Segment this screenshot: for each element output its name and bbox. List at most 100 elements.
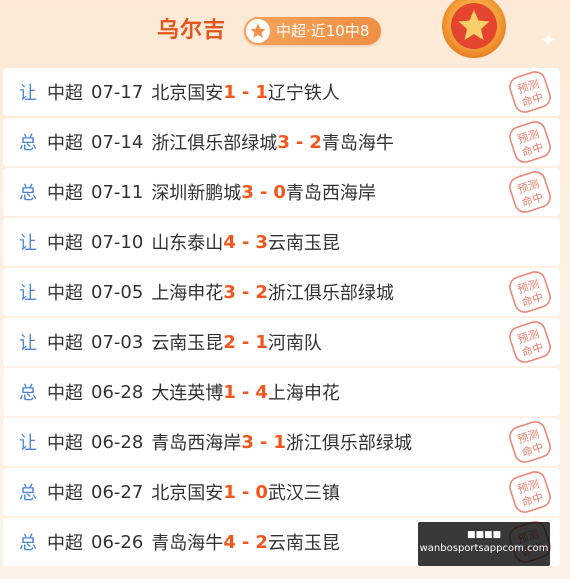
- record-row[interactable]: 让中超 07-10 山东泰山 4-3 云南玉昆: [3, 218, 560, 266]
- record-home-score: 3: [241, 431, 254, 453]
- score-separator: -: [241, 331, 250, 353]
- prediction-hit-stamp: 预测命中: [509, 271, 551, 313]
- watermark-top: ■■■■: [466, 530, 501, 540]
- header: 乌尔吉 中超·近10中8 ✦: [0, 0, 570, 62]
- record-home-team: 山东泰山: [151, 233, 224, 254]
- record-away-team: 浙江俱乐部绿城: [285, 433, 412, 454]
- record-row[interactable]: 让中超 06-28 青岛西海岸 3-1 浙江俱乐部绿城 预测 命中: [3, 418, 560, 466]
- record-league: 中超: [47, 183, 83, 204]
- record-type-label: 总: [19, 383, 37, 404]
- record-home-team: 北京国安: [151, 83, 224, 104]
- record-date: 06-28: [91, 381, 144, 403]
- record-away-score: 1: [255, 81, 268, 103]
- record-row[interactable]: 总中超 07-14 浙江俱乐部绿城 3-2 青岛海牛 预测 命中: [3, 118, 560, 166]
- record-league: 中超: [47, 383, 83, 404]
- record-date: 07-11: [91, 181, 144, 203]
- record-away-score: 3: [255, 231, 268, 253]
- record-league: 中超: [47, 533, 83, 554]
- record-row[interactable]: 让中超 07-03 云南玉昆 2-1 河南队 预测 命中: [3, 318, 560, 366]
- record-date: 07-17: [91, 81, 144, 103]
- record-type-label: 让: [19, 283, 37, 304]
- score-separator: -: [259, 431, 268, 453]
- score-separator: -: [241, 481, 250, 503]
- record-date: 07-14: [91, 131, 144, 153]
- record-badge: 中超·近10中8: [244, 17, 382, 45]
- record-home-score: 3: [223, 281, 236, 303]
- record-home-team: 青岛西海岸: [151, 433, 242, 454]
- record-date: 06-26: [91, 531, 144, 553]
- record-away-score: 2: [255, 531, 268, 553]
- record-type-label: 让: [19, 233, 37, 254]
- prediction-hit-stamp: 预测命中: [509, 171, 551, 213]
- record-date: 06-28: [91, 431, 144, 453]
- record-away-team: 云南玉昆: [267, 233, 340, 254]
- record-row[interactable]: 总中超 06-28 大连英博 1-4 上海申花: [3, 368, 560, 416]
- record-type-label: 让: [19, 333, 37, 354]
- prediction-hit-stamp: 预测命中: [509, 421, 551, 463]
- record-type-label: 总: [19, 483, 37, 504]
- record-date: 07-10: [91, 231, 144, 253]
- record-row[interactable]: 总中超 06-27 北京国安 1-0 武汉三镇 预测 命中: [3, 468, 560, 516]
- record-type-label: 总: [19, 133, 37, 154]
- record-league: 中超: [47, 483, 83, 504]
- record-home-team: 上海申花: [151, 283, 224, 304]
- record-type-label: 让: [19, 433, 37, 454]
- record-home-score: 3: [277, 131, 290, 153]
- record-away-score: 0: [255, 481, 268, 503]
- record-home-score: 4: [223, 531, 236, 553]
- record-away-score: 0: [273, 181, 286, 203]
- record-away-score: 2: [255, 281, 268, 303]
- record-row[interactable]: 让中超 07-05 上海申花 3-2 浙江俱乐部绿城 预测 命中: [3, 268, 560, 316]
- score-separator: -: [241, 531, 250, 553]
- watermark-url: wanbosportsappcom.com: [419, 543, 549, 554]
- record-home-score: 1: [223, 381, 236, 403]
- prediction-hit-stamp: 预测命中: [509, 321, 551, 363]
- score-separator: -: [241, 381, 250, 403]
- record-type-label: 总: [19, 183, 37, 204]
- record-home-score: 2: [223, 331, 236, 353]
- record-away-team: 河南队: [267, 333, 322, 354]
- star-icon: [246, 19, 270, 43]
- record-away-team: 云南玉昆: [267, 533, 340, 554]
- record-away-team: 上海申花: [267, 383, 340, 404]
- record-league: 中超: [47, 333, 83, 354]
- record-league: 中超: [47, 133, 83, 154]
- record-league: 中超: [47, 233, 83, 254]
- record-row[interactable]: 总中超 07-11 深圳新鹏城 3-0 青岛西海岸 预测 命中: [3, 168, 560, 216]
- record-away-score: 1: [255, 331, 268, 353]
- record-date: 06-27: [91, 481, 144, 503]
- score-separator: -: [241, 231, 250, 253]
- record-date: 07-03: [91, 331, 144, 353]
- record-away-team: 辽宁铁人: [267, 83, 340, 104]
- prediction-hit-stamp: 预测命中: [509, 71, 551, 113]
- prediction-hit-stamp: 预测命中: [509, 471, 551, 513]
- record-type-label: 总: [19, 533, 37, 554]
- expert-name[interactable]: 乌尔吉: [157, 12, 226, 44]
- record-away-score: 2: [309, 131, 322, 153]
- record-home-score: 1: [223, 481, 236, 503]
- record-league: 中超: [47, 433, 83, 454]
- badge-text: 中超·近10中8: [276, 22, 370, 40]
- score-separator: -: [241, 281, 250, 303]
- record-date: 07-05: [91, 281, 144, 303]
- record-away-team: 青岛西海岸: [285, 183, 376, 204]
- record-home-team: 深圳新鹏城: [151, 183, 242, 204]
- record-league: 中超: [47, 83, 83, 104]
- record-row[interactable]: 让中超 07-17 北京国安 1-1 辽宁铁人 预测 命中: [3, 68, 560, 116]
- prediction-hit-stamp: 预测命中: [509, 121, 551, 163]
- sparkle-icon: ✦: [540, 28, 557, 52]
- medal-icon: [442, 0, 506, 58]
- record-home-team: 北京国安: [151, 483, 224, 504]
- record-home-team: 云南玉昆: [151, 333, 224, 354]
- record-home-team: 青岛海牛: [151, 533, 224, 554]
- record-away-score: 1: [273, 431, 286, 453]
- record-home-team: 大连英博: [151, 383, 224, 404]
- record-home-team: 浙江俱乐部绿城: [151, 133, 278, 154]
- record-away-team: 浙江俱乐部绿城: [267, 283, 394, 304]
- score-separator: -: [295, 131, 304, 153]
- record-league: 中超: [47, 283, 83, 304]
- record-home-score: 4: [223, 231, 236, 253]
- record-away-score: 4: [255, 381, 268, 403]
- record-away-team: 武汉三镇: [267, 483, 340, 504]
- record-home-score: 3: [241, 181, 254, 203]
